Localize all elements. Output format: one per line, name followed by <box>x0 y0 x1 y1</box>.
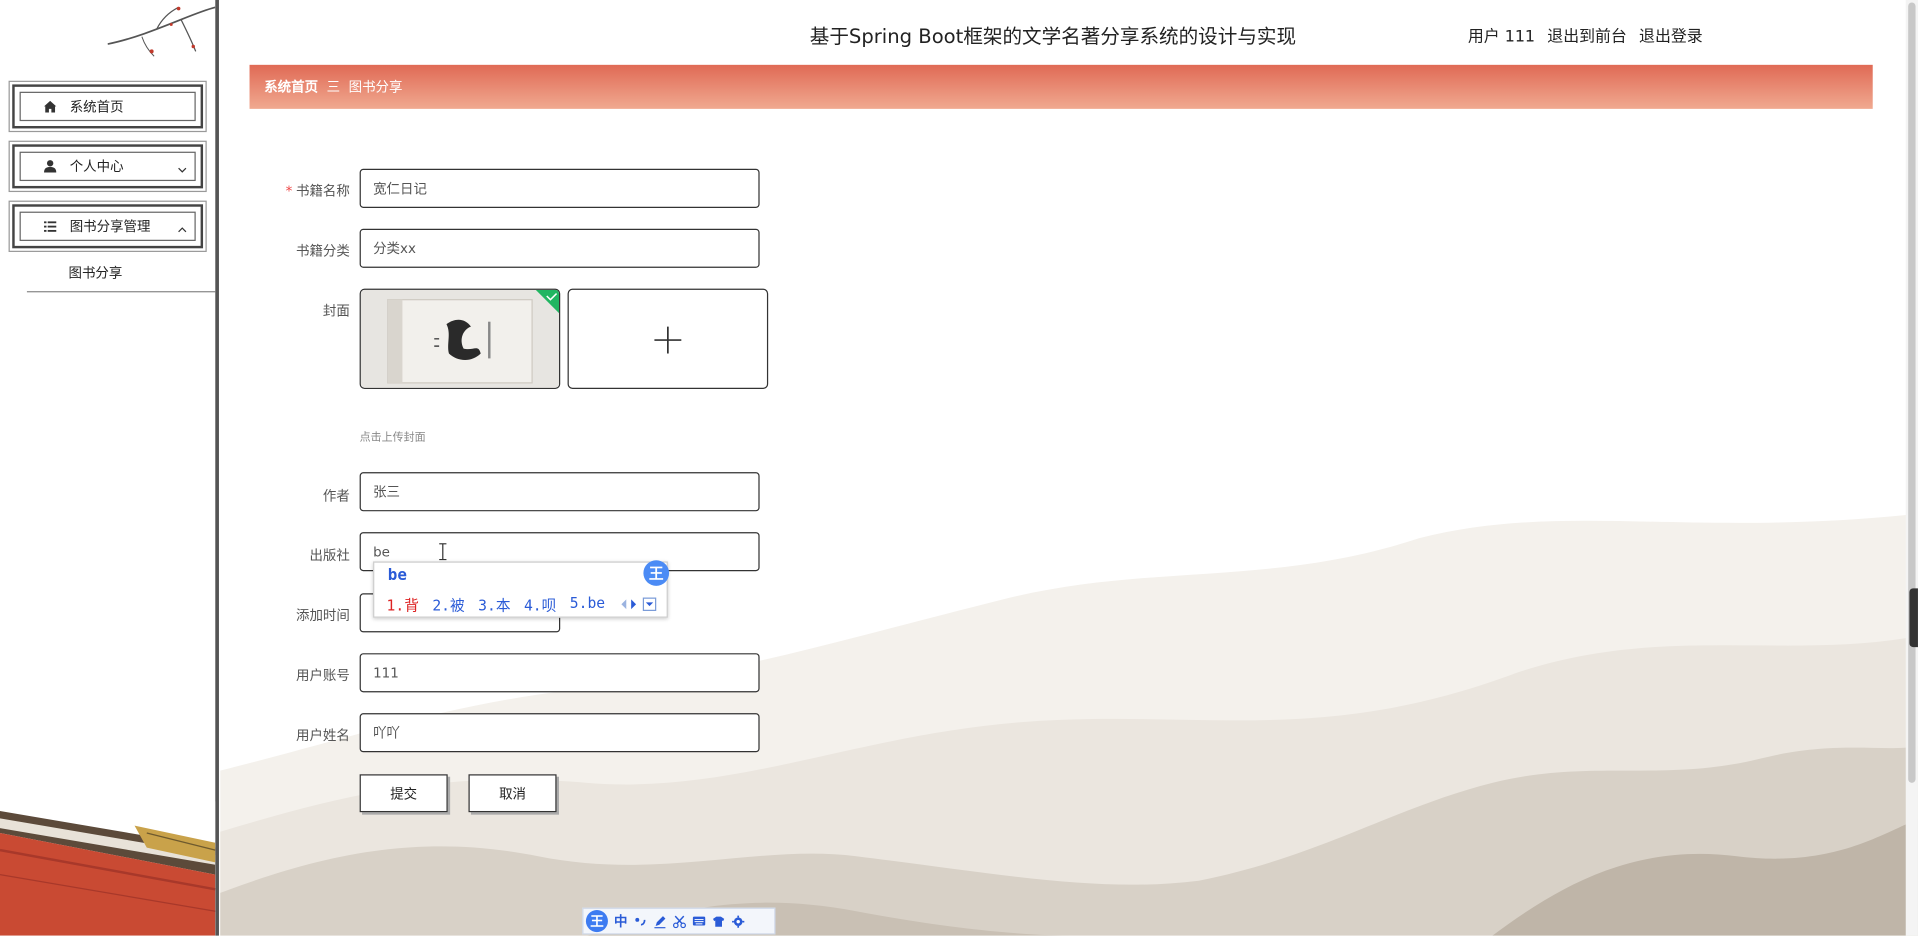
ime-page-arrows-icon[interactable] <box>619 597 661 612</box>
ime-candidate-list: 1.背 2.被 3.本 4.呗 5.be <box>387 594 606 615</box>
book-cover-image <box>360 289 560 388</box>
ime-logo-icon: 王 <box>643 560 670 586</box>
chevron-down-icon <box>178 167 187 173</box>
category-label: 书籍分类 <box>296 243 350 260</box>
text-cursor-icon <box>439 543 447 561</box>
ime-candidate[interactable]: 3.本 <box>478 594 510 615</box>
cover-label: 封面 <box>322 303 350 320</box>
sidebar: 系统首页 个人中心 图书分享管理 图书分享 <box>0 0 219 936</box>
submit-button[interactable]: 提交 <box>359 774 448 813</box>
publisher-label: 出版社 <box>309 547 350 564</box>
account-label: 用户账号 <box>296 667 350 684</box>
book-name-label: * 书籍名称 <box>285 183 350 200</box>
skin-icon[interactable] <box>712 914 725 927</box>
cancel-button[interactable]: 取消 <box>468 774 557 813</box>
keyboard-icon[interactable] <box>692 914 706 927</box>
top-links: 用户 111 退出到前台 退出登录 <box>1468 23 1703 46</box>
sidebar-item-label: 系统首页 <box>69 99 124 115</box>
plum-branch-decoration <box>107 6 216 57</box>
breadcrumb-home[interactable]: 系统首页 <box>264 77 318 97</box>
side-tool-grip[interactable] <box>1909 588 1918 648</box>
home-icon <box>40 97 60 117</box>
breadcrumb: 系统首页 三 图书分享 <box>249 64 1873 109</box>
page-title: 基于Spring Boot框架的文学名著分享系统的设计与实现 <box>809 24 1297 48</box>
sidebar-item-label: 图书分享管理 <box>69 218 151 235</box>
ime-toolbar: 王 中 <box>582 907 776 935</box>
list-icon <box>40 217 60 237</box>
chevron-up-icon <box>178 227 187 233</box>
sidebar-item-home[interactable]: 系统首页 <box>12 84 204 129</box>
cover-thumbnail[interactable] <box>359 288 561 389</box>
ime-candidate-window: be 1.背 2.被 3.本 4.呗 5.be <box>373 561 668 618</box>
book-name-input[interactable]: 宽仁日记 <box>359 168 760 208</box>
author-input[interactable]: 张三 <box>359 472 760 512</box>
cover-upload-hint: 点击上传封面 <box>359 431 426 445</box>
current-user-label: 用户 111 <box>1467 28 1536 47</box>
ime-candidate[interactable]: 5.be <box>570 594 605 615</box>
scrollbar-thumb[interactable] <box>1908 2 1916 783</box>
pen-icon[interactable] <box>653 914 666 928</box>
divider <box>26 291 216 293</box>
ime-mode-toggle[interactable]: 中 <box>614 911 627 931</box>
upload-cover-button[interactable] <box>567 288 769 389</box>
add-time-label: 添加时间 <box>296 607 350 624</box>
author-label: 作者 <box>322 488 350 504</box>
sidebar-subitem-book-share[interactable]: 图书分享 <box>68 263 122 283</box>
scissors-icon[interactable] <box>673 914 686 928</box>
account-input[interactable]: 111 <box>359 653 760 693</box>
logout-link[interactable]: 退出登录 <box>1639 23 1703 46</box>
breadcrumb-current: 图书分享 <box>348 79 403 96</box>
user-icon <box>40 157 60 177</box>
ime-candidate[interactable]: 2.被 <box>432 594 464 615</box>
username-input[interactable]: 吖吖 <box>359 713 760 753</box>
page-scrollbar[interactable] <box>1905 0 1918 936</box>
exit-to-front-link[interactable]: 退出到前台 <box>1547 23 1627 46</box>
sidebar-item-label: 个人中心 <box>69 159 124 175</box>
plus-icon <box>654 326 682 354</box>
punctuation-icon[interactable] <box>634 914 647 927</box>
publisher-input-text: be <box>373 543 390 560</box>
category-input[interactable]: 分类xx <box>359 228 760 268</box>
settings-gear-icon[interactable] <box>731 914 745 928</box>
palace-decoration <box>0 801 216 936</box>
ime-candidate[interactable]: 4.呗 <box>524 594 556 615</box>
ime-candidate[interactable]: 1.背 <box>387 594 419 615</box>
ime-toolbar-logo-icon[interactable]: 王 <box>585 910 608 933</box>
username-label: 用户姓名 <box>296 727 350 744</box>
ime-composition: be <box>387 566 407 585</box>
breadcrumb-separator: 三 <box>326 79 341 96</box>
